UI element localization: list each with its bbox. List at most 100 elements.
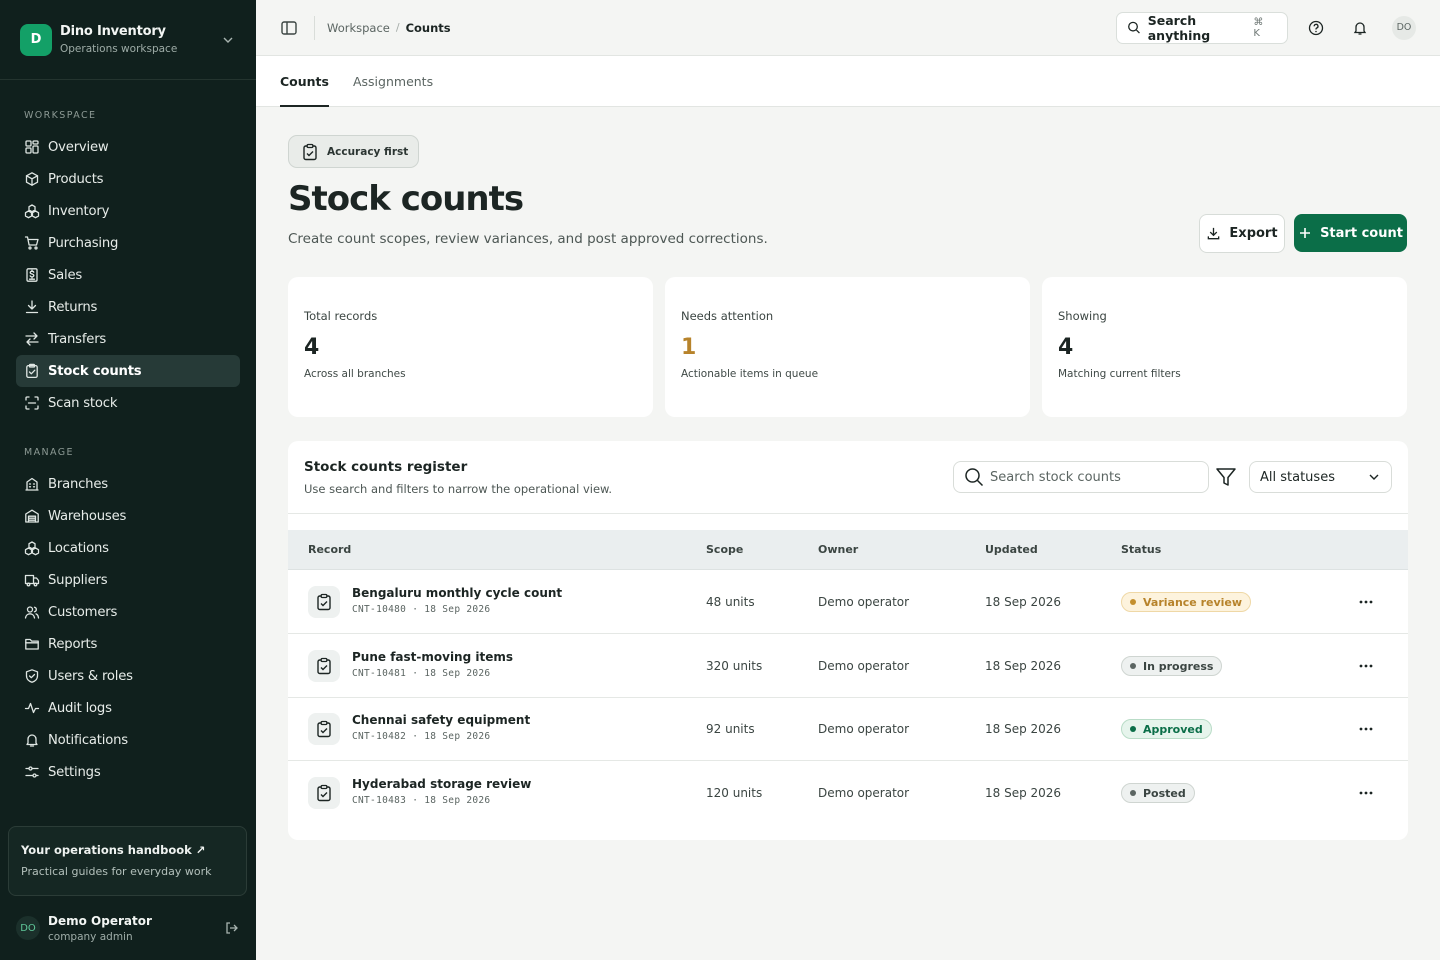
search-icon [965, 468, 984, 487]
brand-name: Dino Inventory [60, 24, 166, 39]
status-badge: Variance review [1121, 592, 1252, 612]
sidebar-item-returns[interactable]: Returns [16, 291, 240, 323]
box-icon [25, 172, 39, 186]
sidebar-item-suppliers[interactable]: Suppliers [16, 564, 240, 596]
handbook-title: Your operations handbook ↗ [21, 843, 206, 857]
breadcrumb-current: Counts [405, 20, 451, 35]
column-header-record[interactable]: Record [308, 543, 351, 556]
chevron-down-icon [223, 37, 233, 43]
sidebar-item-label: Transfers [48, 331, 107, 347]
filter-button[interactable] [1214, 465, 1238, 489]
sidebar-item-inventory[interactable]: Inventory [16, 195, 240, 227]
status-label: Posted [1143, 786, 1186, 800]
tab-assignments[interactable]: Assignments [353, 56, 433, 106]
stat-label: Needs attention [681, 309, 774, 323]
user-profile: DO Demo Operator company admin [0, 904, 256, 952]
record-updated: 18 Sep 2026 [985, 595, 1062, 609]
sidebar-item-label: Audit logs [48, 700, 112, 716]
avatar[interactable]: DO [1392, 15, 1416, 40]
status-dot [1130, 599, 1136, 605]
brand-subtitle: Operations workspace [60, 43, 178, 55]
record-icon-wrapper [308, 713, 340, 745]
folder-icon [25, 638, 39, 650]
record-updated: 18 Sep 2026 [985, 722, 1062, 736]
breadcrumb-workspace[interactable]: Workspace [327, 21, 390, 35]
notifications-button[interactable] [1344, 12, 1376, 44]
global-search-button[interactable]: Search anything ⌘ K [1116, 11, 1288, 44]
clipboard-check-icon [317, 720, 331, 738]
sidebar-item-stock-counts[interactable]: Stock counts [16, 355, 240, 387]
sidebar-item-overview[interactable]: Overview [16, 131, 240, 163]
status-filter-select[interactable]: All statuses [1249, 461, 1392, 493]
sidebar-item-label: Inventory [48, 203, 110, 219]
record-updated: 18 Sep 2026 [985, 786, 1062, 800]
record-owner: Demo operator [818, 786, 910, 800]
status-dot [1130, 663, 1136, 669]
row-actions-button[interactable] [1354, 719, 1378, 739]
search-input[interactable] [990, 469, 1190, 485]
table-row[interactable]: Bengaluru monthly cycle count CNT-10480 ·… [288, 570, 1408, 634]
table-header: Record Scope Owner Updated Status [288, 530, 1408, 570]
tab-counts[interactable]: Counts [280, 56, 329, 107]
row-actions-button[interactable] [1354, 656, 1378, 676]
stat-label: Showing [1058, 309, 1107, 323]
record-title[interactable]: Chennai safety equipment [352, 713, 530, 727]
status-label: Variance review [1143, 595, 1243, 609]
sidebar-item-users-roles[interactable]: Users & roles [16, 660, 240, 692]
logout-icon[interactable] [224, 920, 240, 936]
record-title[interactable]: Bengaluru monthly cycle count [352, 586, 562, 600]
column-header-updated[interactable]: Updated [985, 543, 1038, 556]
brand-logo: D [20, 23, 52, 56]
row-actions-button[interactable] [1354, 592, 1378, 612]
sidebar-item-settings[interactable]: Settings [16, 756, 240, 788]
sidebar-item-purchasing[interactable]: Purchasing [16, 227, 240, 259]
help-button[interactable] [1300, 12, 1332, 44]
warehouse-icon [25, 509, 39, 523]
export-button[interactable]: Export [1199, 214, 1285, 253]
sidebar-item-locations[interactable]: Locations [16, 532, 240, 564]
register-search [953, 461, 1209, 493]
handbook-card[interactable]: Your operations handbook ↗ Practical gui… [8, 826, 247, 896]
chevron-down-icon [1369, 474, 1379, 480]
sidebar-item-reports[interactable]: Reports [16, 628, 240, 660]
sidebar-item-branches[interactable]: Branches [16, 468, 240, 500]
table-row[interactable]: Pune fast-moving items CNT-10481 · 18 Sep… [288, 634, 1408, 698]
avatar: DO [16, 916, 40, 940]
sidebar-item-label: Warehouses [48, 508, 127, 524]
sidebar-item-label: Reports [48, 636, 98, 652]
record-scope: 48 units [706, 595, 755, 609]
sidebar-item-products[interactable]: Products [16, 163, 240, 195]
sidebar-item-customers[interactable]: Customers [16, 596, 240, 628]
breadcrumb: Workspace / Counts [327, 21, 451, 35]
export-label: Export [1229, 226, 1278, 241]
column-header-owner[interactable]: Owner [818, 543, 858, 556]
sidebar-toggle-icon[interactable] [280, 19, 298, 37]
column-header-scope[interactable]: Scope [706, 543, 743, 556]
start-count-button[interactable]: Start count [1294, 214, 1407, 252]
table-row[interactable]: Chennai safety equipment CNT-10482 · 18 S… [288, 697, 1408, 761]
sidebar-item-label: Scan stock [48, 395, 118, 411]
sidebar-item-sales[interactable]: Sales [16, 259, 240, 291]
record-scope: 120 units [706, 786, 763, 800]
topbar: Workspace / Counts Search anything ⌘ K D… [256, 0, 1440, 56]
table-row[interactable]: Hyderabad storage review CNT-10483 · 18 S… [288, 761, 1408, 825]
record-icon-wrapper [308, 586, 340, 618]
sidebar-item-notifications[interactable]: Notifications [16, 724, 240, 756]
divider [314, 15, 315, 40]
record-title[interactable]: Hyderabad storage review [352, 777, 531, 791]
record-title[interactable]: Pune fast-moving items [352, 650, 513, 664]
workspace-switcher[interactable]: D Dino Inventory Operations workspace [0, 0, 256, 80]
column-header-status[interactable]: Status [1121, 543, 1161, 556]
sidebar-item-warehouses[interactable]: Warehouses [16, 500, 240, 532]
sidebar-item-label: Users & roles [48, 668, 133, 684]
row-actions-button[interactable] [1354, 783, 1378, 803]
sidebar-item-transfers[interactable]: Transfers [16, 323, 240, 355]
status-label: Approved [1143, 722, 1203, 736]
stat-note: Across all branches [304, 368, 406, 380]
sidebar-item-scan-stock[interactable]: Scan stock [16, 387, 240, 419]
receipt-icon [26, 268, 38, 282]
sidebar-item-label: Customers [48, 604, 118, 620]
sidebar-item-audit-logs[interactable]: Audit logs [16, 692, 240, 724]
handbook-subtitle: Practical guides for everyday work [21, 865, 212, 878]
scan-icon [25, 396, 39, 410]
